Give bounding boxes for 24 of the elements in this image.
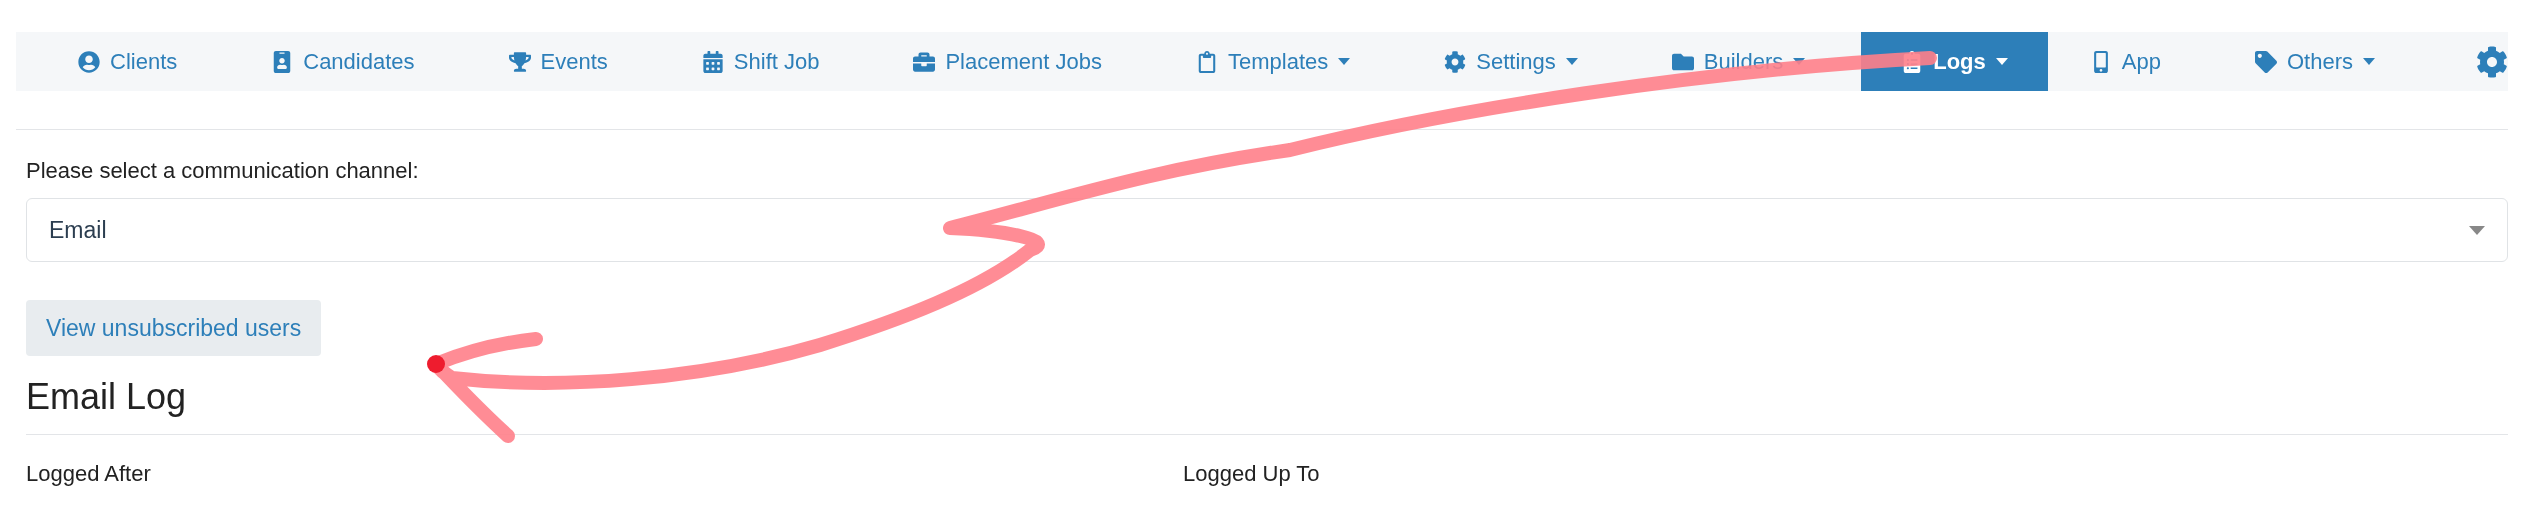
nav-tab[interactable]: Templates [1157,32,1389,91]
briefcase-icon [913,50,936,73]
nav-tab[interactable]: Clients [40,32,216,91]
field-label: Please select a communication channel: [26,158,420,184]
settings-icon [1444,50,1467,73]
nav-tab[interactable]: Logs [1861,32,2048,91]
nav-tab[interactable]: Settings [1406,32,1616,91]
tag-icon [2254,50,2277,73]
nav-tab[interactable]: Candidates [233,32,453,91]
nav-tab[interactable]: Placement Jobs [875,32,1140,91]
section-title: Email Log [26,376,188,418]
calendar-icon [701,50,724,73]
channel-select[interactable]: Email [26,198,2508,262]
view-unsubscribed-button[interactable]: View unsubscribed users [26,300,322,356]
trophy-icon [508,50,531,73]
nav-tab[interactable]: Shift Job [663,32,858,91]
settings-icon[interactable] [2476,45,2508,78]
nav-tab[interactable]: Others [2216,32,2413,91]
caret-icon [2469,225,2485,235]
nav-tab[interactable]: Builders [1633,32,1844,91]
filter-label: Logged After [26,461,152,487]
nav-tab[interactable]: Events [470,32,646,91]
filter-label: Logged Up To [1183,461,1321,487]
nav-tab[interactable]: App [2051,32,2199,91]
